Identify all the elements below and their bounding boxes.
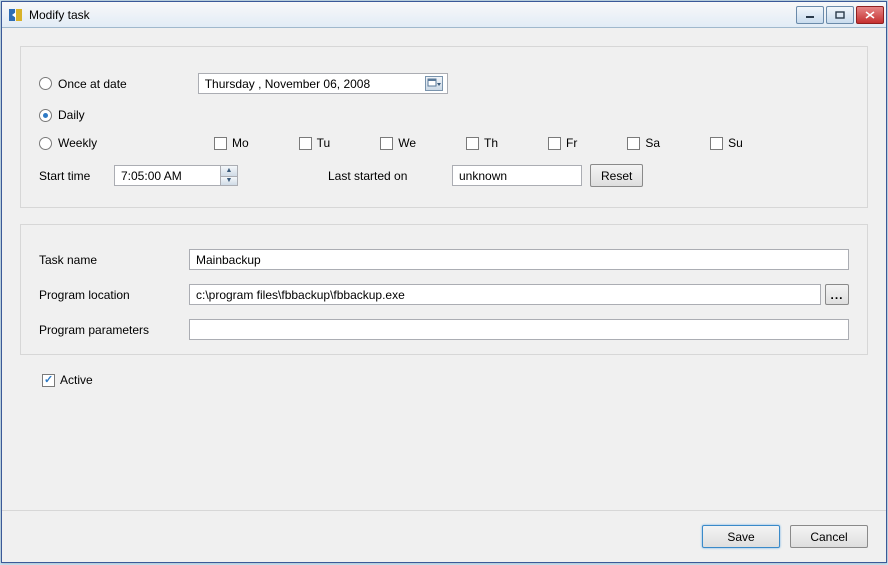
radio-weekly-input[interactable] [39, 137, 52, 150]
radio-daily-input[interactable] [39, 109, 52, 122]
program-params-input[interactable] [189, 319, 849, 340]
spinner-down-icon[interactable]: ▼ [220, 176, 237, 186]
last-started-value[interactable]: unknown [452, 165, 582, 186]
weekday-fr[interactable]: Fr [548, 136, 577, 150]
active-label: Active [60, 373, 93, 387]
date-picker-value: Thursday , November 06, 2008 [205, 77, 425, 91]
radio-daily[interactable]: Daily [39, 108, 85, 122]
radio-daily-label: Daily [58, 108, 85, 122]
reset-button[interactable]: Reset [590, 164, 643, 187]
weekday-tu[interactable]: Tu [299, 136, 331, 150]
last-started-label: Last started on [328, 169, 428, 183]
radio-once-label: Once at date [58, 77, 127, 91]
titlebar: Modify task [2, 2, 886, 28]
task-name-label: Task name [39, 253, 189, 267]
checkbox-we[interactable] [380, 137, 393, 150]
start-time-label: Start time [39, 169, 114, 183]
close-button[interactable] [856, 6, 884, 24]
weekday-sa[interactable]: Sa [627, 136, 660, 150]
start-time-spinner[interactable]: 7:05:00 AM ▲ ▼ [114, 165, 238, 186]
start-time-value[interactable]: 7:05:00 AM [115, 169, 220, 183]
radio-weekly[interactable]: Weekly [39, 136, 149, 150]
weekday-th[interactable]: Th [466, 136, 498, 150]
radio-weekly-label: Weekly [58, 136, 97, 150]
date-picker[interactable]: Thursday , November 06, 2008 [198, 73, 448, 94]
program-location-label: Program location [39, 288, 189, 302]
checkbox-th[interactable] [466, 137, 479, 150]
radio-once-input[interactable] [39, 77, 52, 90]
task-name-input[interactable]: Mainbackup [189, 249, 849, 270]
save-button[interactable]: Save [702, 525, 780, 548]
start-time-row: Start time 7:05:00 AM ▲ ▼ Last started o… [39, 164, 849, 187]
program-params-label: Program parameters [39, 323, 189, 337]
calendar-dropdown-icon[interactable] [425, 76, 443, 91]
checkbox-sa[interactable] [627, 137, 640, 150]
weekday-we[interactable]: We [380, 136, 416, 150]
weekday-su[interactable]: Su [710, 136, 743, 150]
weekday-row: Mo Tu We Th Fr Sa Su [214, 136, 765, 150]
client-area: Once at date Thursday , November 06, 200… [2, 28, 886, 510]
spinner-up-icon[interactable]: ▲ [220, 166, 237, 176]
minimize-button[interactable] [796, 6, 824, 24]
checkbox-tu[interactable] [299, 137, 312, 150]
checkbox-su[interactable] [710, 137, 723, 150]
title-buttons [796, 6, 884, 24]
active-row: Active [42, 373, 868, 387]
checkbox-mo[interactable] [214, 137, 227, 150]
active-checkbox[interactable]: Active [42, 373, 846, 387]
cancel-button[interactable]: Cancel [790, 525, 868, 548]
radio-once[interactable]: Once at date [39, 77, 127, 91]
footer: Save Cancel [2, 510, 886, 562]
program-location-input[interactable]: c:\program files\fbbackup\fbbackup.exe [189, 284, 821, 305]
window: Modify task Once at date Thursday , Nove… [1, 1, 887, 563]
app-icon [8, 7, 24, 23]
checkbox-fr[interactable] [548, 137, 561, 150]
checkbox-active[interactable] [42, 374, 55, 387]
task-group: Task name Mainbackup Program location c:… [20, 224, 868, 355]
maximize-button[interactable] [826, 6, 854, 24]
browse-button[interactable]: ... [825, 284, 849, 305]
window-title: Modify task [29, 8, 796, 22]
schedule-group: Once at date Thursday , November 06, 200… [20, 46, 868, 208]
weekday-mo[interactable]: Mo [214, 136, 249, 150]
